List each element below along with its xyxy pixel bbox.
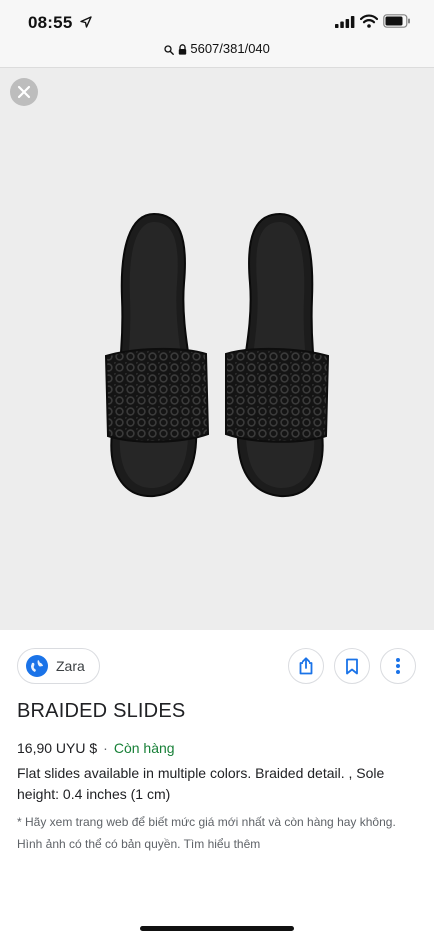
share-icon bbox=[299, 657, 313, 675]
stock-status: Còn hàng bbox=[113, 740, 175, 756]
save-button[interactable] bbox=[334, 648, 370, 684]
url-display[interactable]: 5607/381/040 bbox=[0, 41, 434, 56]
status-bar: 08:55 bbox=[0, 0, 434, 40]
product-description: Flat slides available in multiple colors… bbox=[17, 765, 385, 802]
source-chip[interactable]: Zara bbox=[17, 648, 100, 684]
wifi-icon bbox=[360, 14, 378, 28]
url-text: 5607/381/040 bbox=[190, 41, 270, 56]
close-icon bbox=[17, 85, 31, 99]
more-vert-icon bbox=[396, 658, 400, 674]
disclaimer-note: * Hãy xem trang web để biết mức giá mới … bbox=[17, 815, 396, 851]
close-button[interactable] bbox=[10, 78, 38, 106]
image-viewer bbox=[0, 68, 434, 630]
source-name: Zara bbox=[56, 658, 85, 674]
lock-icon bbox=[178, 44, 186, 55]
globe-icon bbox=[26, 655, 48, 677]
price-separator: · bbox=[103, 740, 108, 756]
search-icon bbox=[164, 45, 175, 55]
bookmark-icon bbox=[346, 658, 358, 674]
share-button[interactable] bbox=[288, 648, 324, 684]
cellular-signal-icon bbox=[335, 16, 355, 28]
product-title: BRAIDED SLIDES bbox=[17, 700, 186, 722]
status-time: 08:55 bbox=[28, 13, 73, 32]
more-options-button[interactable] bbox=[380, 648, 416, 684]
product-image bbox=[104, 212, 330, 498]
url-bar[interactable]: 5607/381/040 bbox=[0, 40, 434, 68]
price: 16,90 UYU $ bbox=[17, 740, 98, 756]
product-info-panel: Zara BRAIDED SLIDES 16,90 UYU $ · Còn hàng… bbox=[0, 630, 434, 941]
home-indicator[interactable] bbox=[140, 926, 294, 931]
price-row: 16,90 UYU $ · Còn hàng bbox=[17, 740, 175, 756]
battery-icon bbox=[383, 14, 410, 28]
location-arrow-icon bbox=[80, 16, 92, 28]
